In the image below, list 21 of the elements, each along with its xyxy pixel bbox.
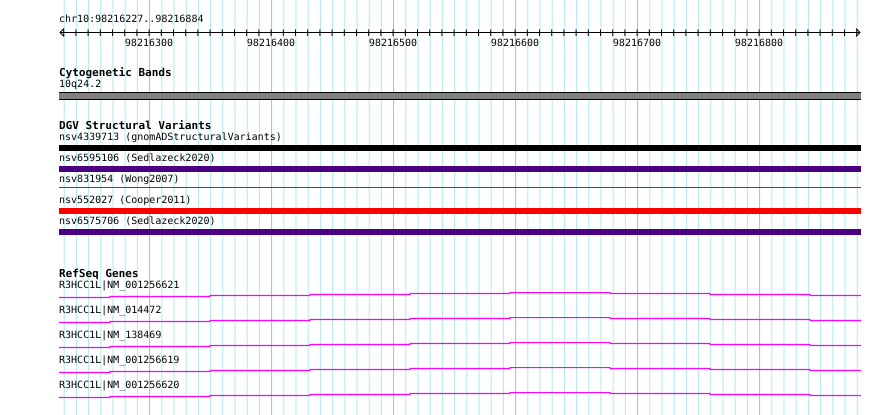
track-title: DGV Structural Variants — [59, 120, 212, 132]
tick-label: 98216800 — [734, 38, 784, 49]
transcript-label: R3HCC1L|NM_001256621 — [59, 280, 180, 292]
variant-label: nsv552027 (Cooper2011) — [59, 195, 192, 207]
tick-label: 98216300 — [124, 38, 174, 49]
variant-label: nsv4339713 (gnomADStructuralVariants) — [59, 132, 282, 144]
track-title: RefSeq Genes — [59, 268, 140, 280]
tick-label: 98216600 — [490, 38, 540, 49]
tick-label: 98216400 — [246, 38, 296, 49]
variant-label: nsv831954 (Wong2007) — [59, 174, 180, 186]
track-title: Cytogenetic Bands — [59, 67, 173, 79]
variant-label: nsv6575706 (Sedlazeck2020) — [59, 216, 216, 228]
transcript-label: R3HCC1L|NM_138469 — [59, 330, 162, 342]
tick-label: 98216700 — [612, 38, 662, 49]
band-label: 10q24.2 — [59, 79, 102, 91]
transcript-label: R3HCC1L|NM_001256620 — [59, 380, 180, 392]
tick-label: 98216500 — [368, 38, 418, 49]
transcript-label: R3HCC1L|NM_014472 — [59, 305, 162, 317]
transcript-label: R3HCC1L|NM_001256619 — [59, 355, 180, 367]
variant-label: nsv6595106 (Sedlazeck2020) — [59, 153, 216, 165]
region-label: chr10:98216227..98216884 — [59, 14, 204, 26]
